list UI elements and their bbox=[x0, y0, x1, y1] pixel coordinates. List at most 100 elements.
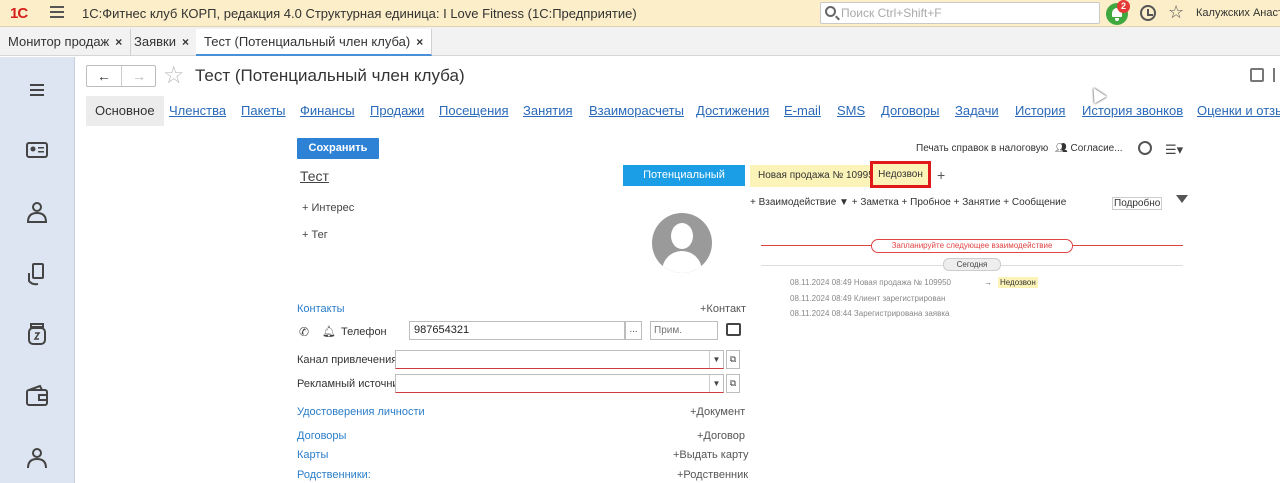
search-input[interactable] bbox=[841, 5, 1096, 21]
member-name[interactable]: Тест bbox=[300, 168, 329, 184]
id-card-icon[interactable] bbox=[24, 137, 50, 163]
section-main[interactable]: Основное bbox=[86, 96, 164, 126]
tab-sales-monitor[interactable]: Монитор продаж × bbox=[0, 29, 132, 56]
tab-bar: Монитор продаж × Заявки × Тест (Потенциаль… bbox=[0, 27, 1280, 56]
section-contracts[interactable]: Договоры bbox=[881, 96, 939, 126]
main-menu-icon[interactable] bbox=[50, 6, 64, 18]
id-documents-link[interactable]: Удостоверения личности bbox=[297, 406, 425, 418]
wallet-icon[interactable] bbox=[24, 383, 50, 409]
details-toggle[interactable]: Подробно bbox=[1112, 197, 1163, 210]
section-email[interactable]: E-mail bbox=[784, 96, 821, 126]
history-icon[interactable] bbox=[1140, 5, 1156, 21]
issue-card-link[interactable]: +Выдать карту bbox=[673, 449, 749, 461]
section-history[interactable]: История bbox=[1015, 96, 1065, 126]
notifications-badge: 2 bbox=[1117, 0, 1130, 13]
plan-next-interaction-button[interactable]: Запланируйте следующее взаимодействие bbox=[871, 239, 1073, 253]
add-contact-link[interactable]: +Контакт bbox=[700, 303, 746, 315]
close-icon[interactable]: × bbox=[416, 35, 423, 49]
more-menu-icon[interactable]: ☰▾ bbox=[1165, 142, 1183, 158]
log-entry[interactable]: 08.11.2024 08:49 Клиент зарегистрирован bbox=[790, 294, 945, 303]
phone-icon[interactable]: ✆ bbox=[299, 325, 309, 339]
comment-icon[interactable] bbox=[726, 323, 741, 336]
interaction-actions[interactable]: + Взаимодействие ▼ + Заметка + Пробное +… bbox=[750, 197, 1066, 208]
relatives-link[interactable]: Родственники: bbox=[297, 469, 371, 481]
jar-icon[interactable] bbox=[24, 321, 50, 347]
filter-icon[interactable] bbox=[1176, 195, 1188, 203]
arrow-icon: → bbox=[984, 278, 992, 287]
tab-label: Тест (Потенциальный член клуба) bbox=[204, 34, 411, 49]
log-entry[interactable]: 08.11.2024 08:49 Новая продажа № 109950 bbox=[790, 278, 951, 287]
tab-member-card[interactable]: Тест (Потенциальный член клуба) × bbox=[196, 29, 433, 56]
people-icon[interactable] bbox=[24, 445, 50, 471]
log-entry[interactable]: 08.11.2024 08:44 Зарегистрирована заявка bbox=[790, 309, 949, 318]
close-icon[interactable]: × bbox=[182, 35, 189, 49]
chevron-down-icon[interactable]: ▼ bbox=[709, 375, 723, 392]
people-icon: 👥︎ bbox=[1055, 143, 1071, 154]
section-tabs: Основное Членства Пакеты Финансы Продажи… bbox=[86, 96, 1280, 128]
new-sale-tab[interactable]: Новая продажа № 109950 bbox=[750, 165, 873, 187]
section-sms[interactable]: SMS bbox=[837, 96, 865, 126]
reminder-bell-icon[interactable]: 🔔︎ bbox=[322, 325, 336, 338]
search-icon bbox=[825, 6, 836, 17]
app-logo: 1С bbox=[10, 5, 28, 22]
favorite-star-icon[interactable]: ☆ bbox=[163, 61, 185, 90]
channel-select[interactable]: ▼ bbox=[395, 350, 724, 369]
more-vertical-icon[interactable] bbox=[1273, 68, 1276, 82]
user-name[interactable]: Калужских Анаста bbox=[1196, 7, 1280, 19]
nav-buttons: ← → bbox=[86, 65, 156, 87]
tab-label: Монитор продаж bbox=[8, 34, 110, 49]
phone-select-button[interactable]: ... bbox=[625, 321, 642, 340]
status-button[interactable]: Потенциальный bbox=[623, 165, 745, 186]
open-icon[interactable]: ⧉ bbox=[726, 374, 740, 393]
section-reviews[interactable]: Оценки и отзы bbox=[1197, 96, 1280, 126]
favorites-star-icon[interactable]: ☆ bbox=[1168, 2, 1184, 23]
tab-label: Заявки bbox=[134, 34, 176, 49]
page-title: Тест (Потенциальный член клуба) bbox=[195, 66, 465, 85]
tab-requests[interactable]: Заявки × bbox=[126, 29, 198, 56]
phone-field[interactable]: 987654321 bbox=[409, 321, 625, 340]
contracts-link[interactable]: Договоры bbox=[297, 430, 346, 442]
channel-label: Канал привлечения: bbox=[297, 354, 401, 366]
forward-button[interactable]: → bbox=[122, 66, 156, 86]
ad-source-select[interactable]: ▼ bbox=[395, 374, 724, 393]
section-tasks[interactable]: Задачи bbox=[955, 96, 999, 126]
hand-card-icon[interactable] bbox=[24, 261, 50, 287]
no-answer-tab[interactable]: Недозвон bbox=[870, 161, 931, 188]
add-tab-button[interactable]: + bbox=[937, 167, 945, 183]
ad-source-label: Рекламный источник: bbox=[297, 378, 407, 390]
open-icon[interactable]: ⧉ bbox=[726, 350, 740, 369]
save-button[interactable]: Сохранить bbox=[297, 138, 379, 159]
today-badge: Сегодня bbox=[943, 258, 1001, 271]
title-bar: 1С 1С:Фитнес клуб КОРП, редакция 4.0 Стр… bbox=[0, 0, 1280, 27]
section-packages[interactable]: Пакеты bbox=[241, 96, 286, 126]
add-interest-link[interactable]: + Интерес bbox=[302, 202, 354, 214]
chevron-down-icon[interactable]: ▼ bbox=[709, 351, 723, 368]
section-classes[interactable]: Занятия bbox=[523, 96, 573, 126]
save-disk-icon[interactable] bbox=[1250, 68, 1264, 82]
print-tax-certificates-link[interactable]: Печать справок в налоговую bbox=[916, 143, 1048, 154]
status-badge: Недозвон bbox=[998, 277, 1038, 288]
consents-button[interactable]: 👥︎ Согласие... bbox=[1055, 143, 1123, 154]
back-button[interactable]: ← bbox=[87, 66, 122, 86]
search-box[interactable] bbox=[820, 2, 1100, 24]
cards-link[interactable]: Карты bbox=[297, 449, 328, 461]
section-achievements[interactable]: Достижения bbox=[696, 96, 769, 126]
add-contract-link[interactable]: +Договор bbox=[697, 430, 745, 442]
section-settlements[interactable]: Взаиморасчеты bbox=[589, 96, 684, 126]
avatar[interactable] bbox=[652, 213, 712, 273]
section-sales[interactable]: Продажи bbox=[370, 96, 424, 126]
section-finances[interactable]: Финансы bbox=[300, 96, 355, 126]
history-icon[interactable] bbox=[1138, 141, 1152, 155]
person-icon[interactable] bbox=[24, 199, 50, 225]
section-memberships[interactable]: Членства bbox=[169, 96, 226, 126]
phone-label: Телефон bbox=[341, 326, 387, 338]
add-tag-link[interactable]: + Тег bbox=[302, 229, 328, 241]
close-icon[interactable]: × bbox=[115, 35, 122, 49]
section-visits[interactable]: Посещения bbox=[439, 96, 509, 126]
contacts-header[interactable]: Контакты bbox=[297, 303, 345, 315]
menu-icon[interactable] bbox=[24, 77, 50, 103]
add-relative-link[interactable]: +Родственник bbox=[677, 469, 748, 481]
sidebar bbox=[0, 57, 75, 483]
add-document-link[interactable]: +Документ bbox=[690, 406, 745, 418]
note-field[interactable] bbox=[650, 321, 718, 340]
